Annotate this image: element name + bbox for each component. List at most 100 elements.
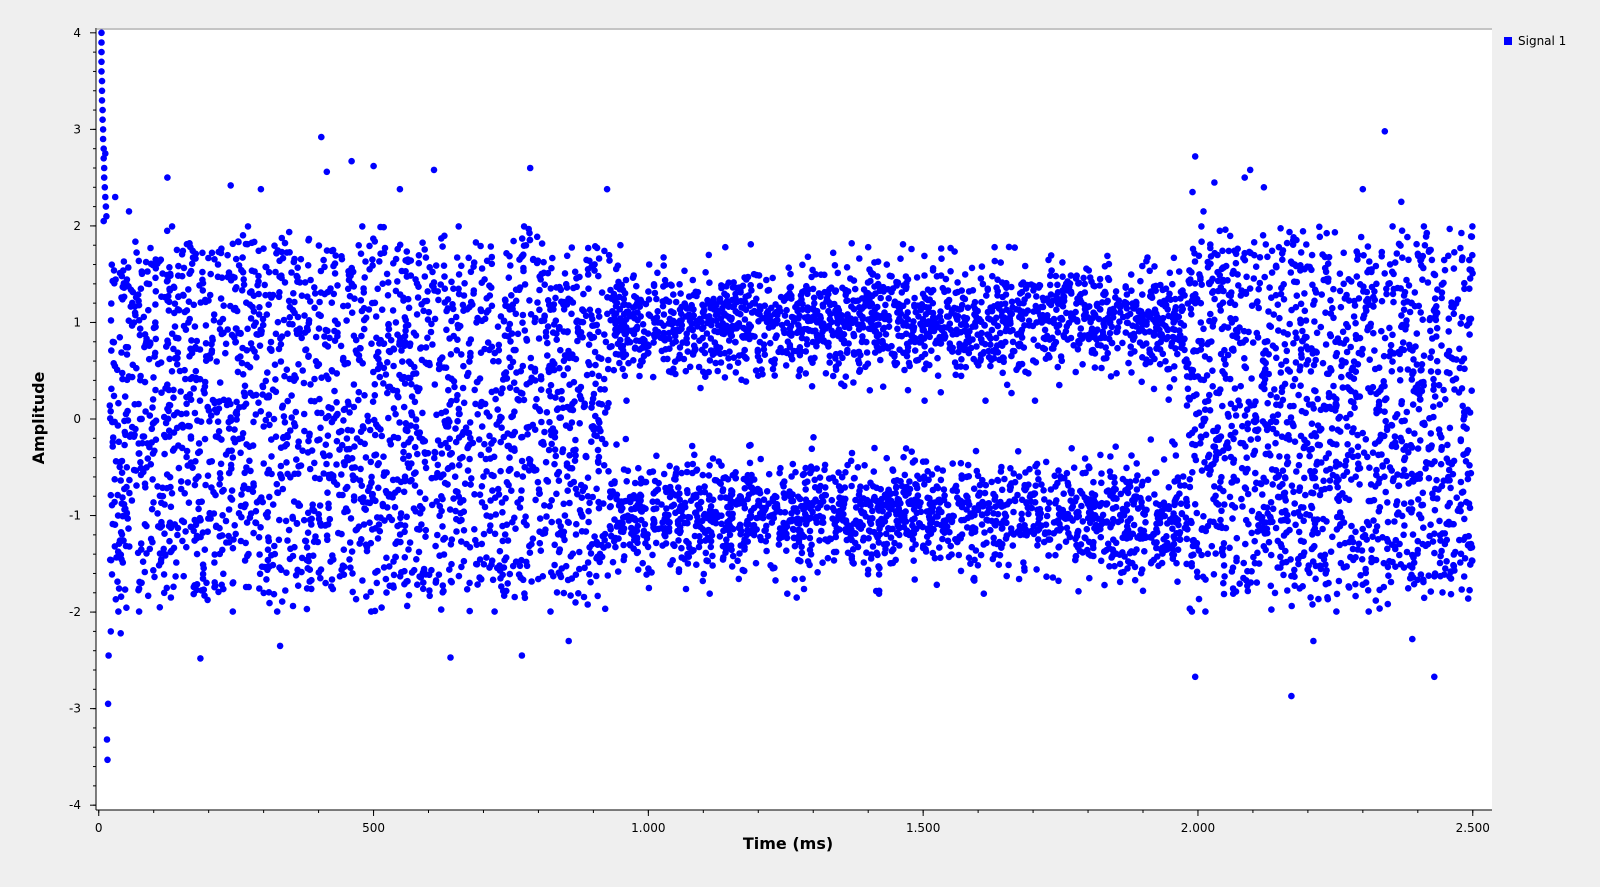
data-point xyxy=(328,405,335,412)
data-point xyxy=(1059,303,1067,310)
data-point xyxy=(561,512,569,519)
data-point xyxy=(324,432,332,440)
data-point xyxy=(497,438,505,446)
data-point xyxy=(761,332,768,340)
data-point xyxy=(265,411,273,419)
data-point xyxy=(596,419,603,426)
data-point xyxy=(1078,502,1085,510)
data-point xyxy=(882,301,889,309)
data-point xyxy=(579,487,587,495)
data-point xyxy=(505,481,512,489)
data-point xyxy=(623,397,630,405)
data-point xyxy=(142,408,149,415)
data-point xyxy=(187,459,195,466)
data-point xyxy=(454,488,461,496)
data-point xyxy=(1067,272,1075,279)
data-point xyxy=(391,503,399,511)
data-point xyxy=(478,540,486,548)
data-point xyxy=(215,248,222,256)
data-point xyxy=(372,421,380,428)
data-point xyxy=(387,441,395,448)
data-point xyxy=(241,557,249,564)
data-point xyxy=(428,474,436,482)
data-point xyxy=(359,223,366,230)
data-point xyxy=(834,269,842,277)
data-point xyxy=(592,412,599,420)
data-point xyxy=(127,303,135,310)
data-point xyxy=(366,242,373,250)
data-point xyxy=(265,301,273,309)
data-point xyxy=(644,543,652,551)
data-point xyxy=(471,386,479,394)
data-point xyxy=(448,560,455,568)
data-point xyxy=(1106,468,1114,475)
data-point xyxy=(972,547,980,554)
data-point xyxy=(366,499,374,507)
data-point xyxy=(525,225,532,233)
data-point xyxy=(535,406,543,413)
data-point xyxy=(526,297,533,304)
data-point xyxy=(572,436,579,444)
data-point xyxy=(706,462,713,469)
data-point xyxy=(1165,365,1173,373)
data-point xyxy=(358,332,365,340)
data-point xyxy=(1046,536,1054,543)
data-point xyxy=(675,568,683,576)
data-point xyxy=(567,406,574,413)
data-point xyxy=(276,516,283,524)
data-point xyxy=(199,268,206,276)
data-point xyxy=(308,576,315,584)
data-point xyxy=(168,330,176,338)
data-point xyxy=(808,541,815,549)
data-point xyxy=(367,608,375,615)
data-point xyxy=(213,409,221,416)
data-point xyxy=(398,569,405,576)
data-point xyxy=(149,404,156,411)
data-point xyxy=(301,279,309,286)
data-point xyxy=(110,392,118,400)
data-point xyxy=(254,281,261,289)
data-point xyxy=(517,495,525,503)
data-point xyxy=(690,333,698,340)
data-point xyxy=(1177,319,1185,327)
data-point xyxy=(304,529,312,536)
data-point xyxy=(106,402,114,409)
data-point xyxy=(402,420,410,427)
data-point xyxy=(1174,350,1181,358)
data-point xyxy=(590,390,598,398)
data-point xyxy=(375,460,383,467)
data-point xyxy=(848,482,855,490)
data-point xyxy=(1033,293,1040,300)
data-point xyxy=(706,279,713,287)
data-point xyxy=(961,271,969,278)
data-point xyxy=(1104,252,1111,260)
data-point xyxy=(392,410,399,418)
data-point xyxy=(934,465,941,472)
data-point xyxy=(316,298,323,306)
data-point xyxy=(505,467,513,475)
data-point xyxy=(343,435,351,442)
data-point xyxy=(747,512,755,520)
data-point xyxy=(567,480,574,488)
data-point xyxy=(771,372,778,379)
data-point xyxy=(685,293,693,300)
data-point xyxy=(567,553,575,560)
data-point xyxy=(362,454,370,461)
data-point xyxy=(300,410,308,418)
data-point xyxy=(478,499,486,506)
data-point xyxy=(305,319,313,327)
data-point xyxy=(246,457,253,465)
data-point xyxy=(786,518,793,525)
data-point xyxy=(406,539,414,546)
data-point xyxy=(408,569,416,576)
data-point xyxy=(577,318,584,326)
data-point xyxy=(375,484,382,492)
data-point xyxy=(397,514,404,522)
data-point xyxy=(302,346,310,353)
data-point xyxy=(455,290,463,298)
data-point xyxy=(947,268,954,275)
data-point xyxy=(152,335,160,343)
data-point xyxy=(465,340,473,347)
data-point xyxy=(508,431,515,439)
data-point xyxy=(256,570,264,578)
